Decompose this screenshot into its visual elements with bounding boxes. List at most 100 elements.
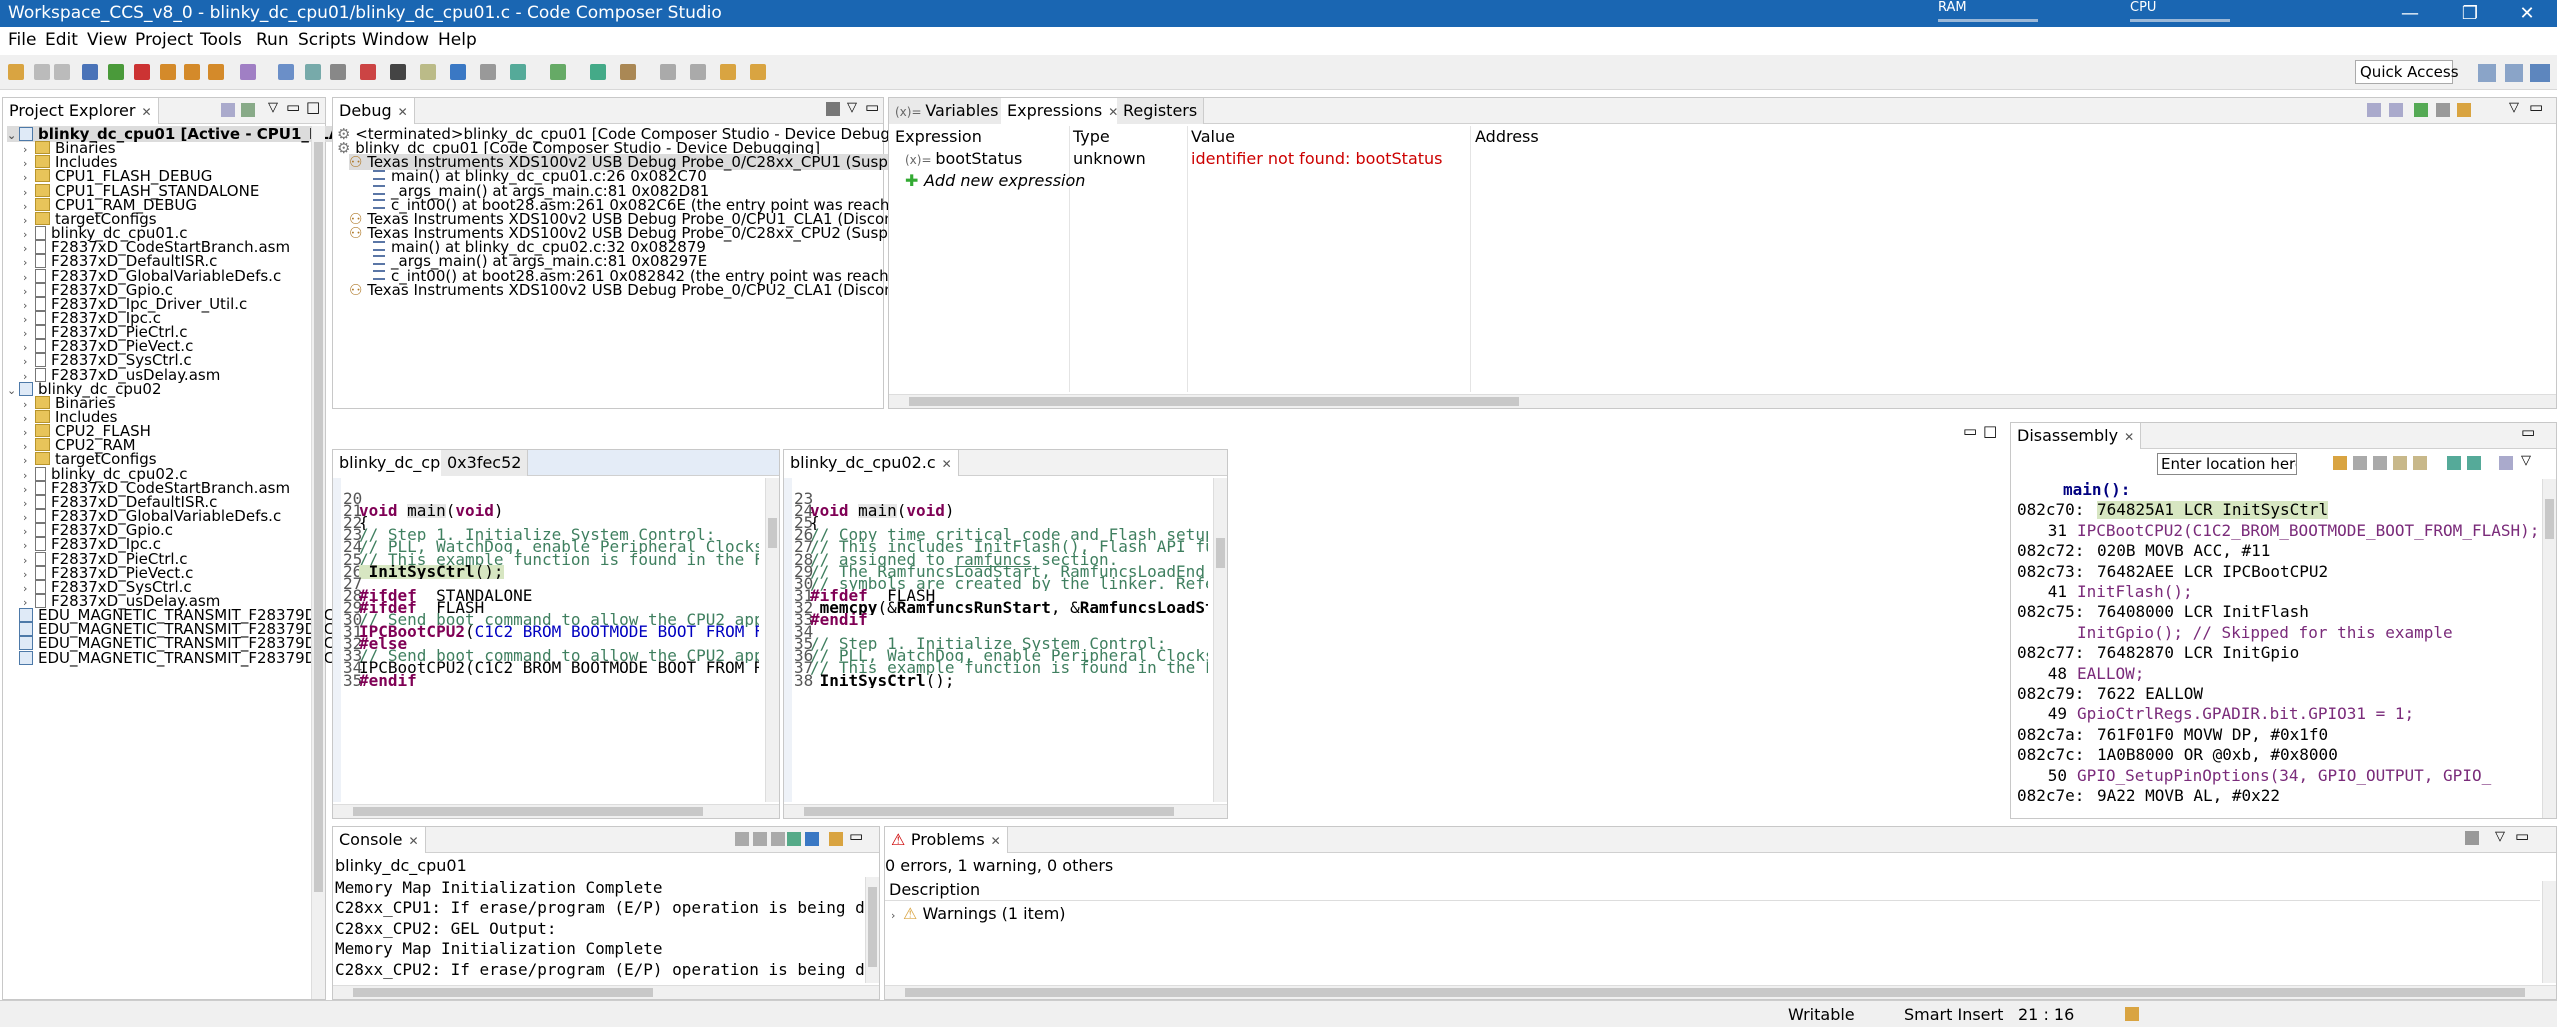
filter-icon[interactable] [2465, 831, 2479, 845]
problems-description-header[interactable]: Description [885, 879, 2540, 901]
code-line[interactable]: 38 InitSysCtrl(); [794, 674, 1208, 688]
console-vscroll[interactable] [865, 877, 879, 983]
save-icon[interactable] [34, 64, 50, 80]
editor1-vscroll[interactable] [765, 478, 779, 802]
back-icon[interactable] [2447, 456, 2461, 470]
tab-0x3fec52[interactable]: 0x3fec52 [441, 450, 529, 476]
menu-tools[interactable]: Tools [200, 30, 242, 50]
disassembly-row[interactable]: 082c79: 7622 EALLOW [2017, 685, 2537, 703]
remove-expression-icon[interactable] [2436, 103, 2450, 117]
minimize-view-icon[interactable]: ▭ [2521, 423, 2535, 441]
debug-perspective-icon[interactable] [2530, 64, 2550, 82]
view-menu-icon[interactable]: ▽ [2509, 100, 2519, 115]
new-console-icon[interactable] [829, 832, 843, 846]
tab-expressions[interactable]: Expressions ✕ [1001, 98, 1126, 124]
add-expression-icon[interactable] [2414, 103, 2428, 117]
load-program-icon[interactable] [360, 64, 376, 80]
forward-icon[interactable] [550, 64, 566, 80]
disassembly-row[interactable]: 082c7a: 761F01F0 MOVW DP, #0x1f0 [2017, 726, 2537, 744]
add-expression-row[interactable]: ✚ Add new expression [905, 170, 1085, 192]
step-over-icon[interactable] [184, 64, 200, 80]
disassembly-row[interactable]: 41 InitFlash(); [2017, 583, 2537, 601]
menu-window[interactable]: Window [362, 30, 429, 50]
disassembly-row[interactable]: 082c70: 764825A1 LCR InitSysCtrl [2017, 501, 2537, 520]
disassembly-row[interactable]: 082c73: 76482AEE LCR IPCBootCPU2 [2017, 563, 2537, 581]
problems-vscroll[interactable] [2542, 881, 2556, 983]
connect-icon[interactable] [450, 64, 466, 80]
disassembly-row[interactable]: InitGpio(); // Skipped for this example [2017, 624, 2537, 642]
column-expression[interactable]: Expression [895, 126, 982, 148]
refresh-disasm-icon[interactable] [2467, 456, 2481, 470]
minimize-view-icon[interactable]: ▭ [849, 827, 863, 845]
disassembly-row[interactable]: main(): [2017, 481, 2537, 499]
go-icon[interactable] [2333, 456, 2347, 470]
display-console-icon[interactable] [805, 832, 819, 846]
project-tree-scrollbar[interactable] [311, 126, 325, 999]
minimize-view-icon[interactable]: ▭ [2515, 827, 2529, 845]
close-icon[interactable]: ✕ [2124, 430, 2134, 444]
tools-icon[interactable] [480, 64, 496, 80]
new-icon[interactable] [8, 64, 24, 80]
perspective-icon[interactable] [2478, 64, 2496, 82]
menu-run[interactable]: Run [256, 30, 289, 50]
editor2-vscroll[interactable] [1213, 478, 1227, 802]
disconnect-icon[interactable] [330, 64, 346, 80]
column-value[interactable]: Value [1191, 126, 1235, 148]
disassembly-row[interactable]: 48 EALLOW; [2017, 665, 2537, 683]
show-symbols-icon[interactable] [2413, 456, 2427, 470]
step-into-icon[interactable] [160, 64, 176, 80]
import-icon[interactable] [2457, 103, 2471, 117]
resume-icon[interactable] [108, 64, 124, 80]
search-icon[interactable] [690, 64, 706, 80]
chevron-down-icon[interactable]: ⌄ [7, 383, 19, 399]
view-menu-icon[interactable]: ▽ [268, 100, 278, 115]
column-address[interactable]: Address [1475, 126, 1539, 148]
console-icon[interactable] [660, 64, 676, 80]
menu-project[interactable]: Project [135, 30, 193, 50]
tab-variables[interactable]: (x)= Variables [889, 98, 1006, 124]
tab-problems[interactable]: ⚠ Problems ✕ [885, 827, 1008, 853]
next-icon[interactable] [510, 64, 526, 80]
maximize-view-icon[interactable]: □ [306, 98, 320, 116]
quick-access-input[interactable]: Quick Access [2355, 60, 2459, 84]
close-icon[interactable]: ✕ [409, 834, 419, 848]
menu-edit[interactable]: Edit [45, 30, 78, 50]
menu-help[interactable]: Help [438, 30, 477, 50]
disassembly-row[interactable]: 49 GpioCtrlRegs.GPADIR.bit.GPIO31 = 1; [2017, 705, 2537, 723]
menu-file[interactable]: File [8, 30, 36, 50]
tab-blinky-dc-cpu02[interactable]: blinky_dc_cpu02.c ✕ [784, 450, 959, 476]
tab-console[interactable]: Console ✕ [333, 827, 426, 853]
expand-icon[interactable]: › [891, 905, 903, 927]
disassembly-row[interactable]: 082c77: 76482870 LCR InitGpio [2017, 644, 2537, 662]
show-logical-icon[interactable] [2389, 103, 2403, 117]
expressions-hscrollbar[interactable] [889, 394, 2556, 408]
breakpoint-icon[interactable] [305, 64, 321, 80]
close-icon[interactable]: ✕ [141, 105, 151, 119]
minimize-editor-icon[interactable]: ▭ [1963, 422, 1977, 440]
restore-button[interactable]: ❐ [2440, 0, 2500, 27]
minimize-view-icon[interactable]: ▭ [865, 98, 879, 116]
pin-icon[interactable] [720, 64, 736, 80]
memory-icon[interactable] [278, 64, 294, 80]
build-icon[interactable] [82, 64, 98, 80]
minimize-view-icon[interactable]: ▭ [2529, 98, 2543, 116]
restart-icon[interactable] [390, 64, 406, 80]
close-button[interactable]: ✕ [2497, 0, 2557, 27]
disassembly-row[interactable]: 31 IPCBootCPU2(C1C2_BROM_BOOTMODE_BOOT_FR… [2017, 522, 2537, 540]
view-menu-icon[interactable]: ▽ [2495, 829, 2505, 844]
save-all-icon[interactable] [54, 64, 70, 80]
editor1-hscroll[interactable] [333, 804, 779, 818]
step-return-icon[interactable] [208, 64, 224, 80]
problems-hscroll[interactable] [885, 985, 2556, 999]
disassembly-row[interactable]: 082c72: 020B MOVB ACC, #11 [2017, 542, 2537, 560]
collapse-all-icon[interactable] [221, 103, 235, 117]
terminate-icon[interactable] [134, 64, 150, 80]
tab-project-explorer[interactable]: Project Explorer ✕ [3, 98, 159, 124]
minimize-view-icon[interactable]: ▭ [286, 98, 300, 116]
minimize-button[interactable]: — [2380, 0, 2440, 27]
tab-disassembly[interactable]: Disassembly ✕ [2011, 423, 2142, 449]
clear-console-icon[interactable] [735, 832, 749, 846]
maximize-editor-icon[interactable]: □ [1983, 422, 1997, 440]
warnings-group[interactable]: › ⚠ Warnings (1 item) [891, 903, 1066, 925]
column-type[interactable]: Type [1073, 126, 1110, 148]
